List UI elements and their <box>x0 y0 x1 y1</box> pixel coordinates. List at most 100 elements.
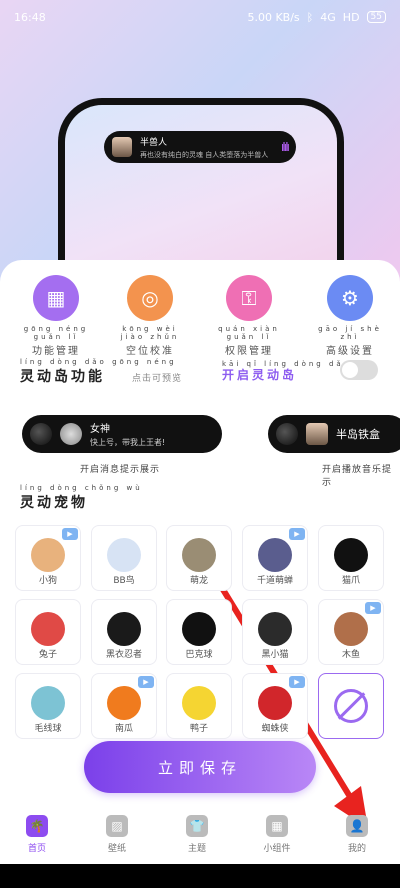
system-gesture-bar <box>0 864 400 888</box>
function-pinyin: kōng wèi jiào zhǔn <box>120 325 180 341</box>
caller-name: 女神 <box>90 424 110 435</box>
function-1[interactable]: ◎ kōng wèi jiào zhǔn 空位校准 <box>110 275 190 357</box>
pet-name: 千道萌蝉 <box>256 576 293 586</box>
tshirt-icon: 👕 <box>186 815 208 837</box>
island-section-title: 灵动岛功能 <box>20 369 105 385</box>
pet-card[interactable]: ▶ 蜘蛛侠 <box>242 673 308 739</box>
function-label: 功能管理 <box>32 346 80 357</box>
save-button[interactable]: 立即保存 <box>84 741 316 793</box>
pet-image <box>107 612 141 646</box>
pet-name: 萌龙 <box>189 576 208 586</box>
video-icon: ▶ <box>289 528 305 540</box>
island-title: 半兽人 <box>140 137 168 148</box>
pet-card[interactable]: BB鸟 <box>91 525 157 591</box>
video-icon: ▶ <box>365 602 381 614</box>
function-0[interactable]: ▦ gōng néng guǎn lǐ 功能管理 <box>16 275 96 357</box>
nav-tshirt[interactable]: 👕 主题 <box>157 815 237 854</box>
pets-section-pinyin: líng dòng chǒng wù <box>20 484 143 492</box>
waveform-icon: ıIıIı <box>280 140 290 154</box>
nav-label: 首页 <box>27 844 46 854</box>
function-3[interactable]: ⚙ gāo jí shè zhì 高级设置 <box>310 275 390 357</box>
video-icon: ▶ <box>289 676 305 688</box>
nav-wallpaper[interactable]: ▨ 壁纸 <box>77 815 157 854</box>
hd-badge: HD <box>342 10 360 24</box>
pets-section-title: 灵动宠物 <box>20 495 88 511</box>
pet-card[interactable]: 黑衣忍者 <box>91 599 157 665</box>
wallpaper-icon: ▨ <box>106 815 128 837</box>
pet-card[interactable]: 毛线球 <box>15 673 81 739</box>
pet-name: 蜘蛛侠 <box>261 724 289 734</box>
album-cover <box>306 423 328 445</box>
function-label: 空位校准 <box>126 346 174 357</box>
toggle-label: 开启灵动岛 <box>222 368 298 382</box>
battery-icon: 55 <box>366 11 386 23</box>
pet-name: 鸭子 <box>189 724 208 734</box>
nav-profile[interactable]: 👤 我的 <box>317 815 397 854</box>
none-icon <box>334 689 368 723</box>
nav-label: 我的 <box>347 844 366 854</box>
pet-image <box>258 612 292 646</box>
profile-icon: 👤 <box>346 815 368 837</box>
pet-none[interactable] <box>318 673 384 739</box>
pet-image <box>107 538 141 572</box>
pet-image <box>31 612 65 646</box>
island-toggle[interactable] <box>340 360 378 380</box>
status-bar: 16:48 5.00 KB/s ᛒ 4G HD 55 <box>14 8 386 26</box>
video-icon: ▶ <box>138 676 154 688</box>
network-speed: 5.00 KB/s <box>247 10 300 24</box>
nav-label: 小组件 <box>263 844 291 854</box>
pet-name: 兔子 <box>38 650 57 660</box>
pet-name: 黑小猫 <box>261 650 289 660</box>
function-2[interactable]: ⚿ quán xiàn guǎn lǐ 权限管理 <box>209 275 289 357</box>
pet-name: 南瓜 <box>114 724 133 734</box>
music-note: 开启播放音乐提示 <box>322 465 393 488</box>
pet-card[interactable]: ▶ 千道萌蝉 <box>242 525 308 591</box>
status-time: 16:48 <box>14 10 46 24</box>
pet-card[interactable]: 鸭子 <box>166 673 232 739</box>
nav-label: 主题 <box>187 844 206 854</box>
pet-image <box>107 686 141 720</box>
caller-avatar <box>60 423 82 445</box>
toggle-knob <box>342 362 358 378</box>
nav-label: 壁纸 <box>107 844 126 854</box>
pet-image <box>258 538 292 572</box>
pet-image <box>182 686 216 720</box>
pet-card[interactable]: 萌龙 <box>166 525 232 591</box>
pet-card[interactable]: 猫爪 <box>318 525 384 591</box>
function-pinyin: gāo jí shè zhì <box>318 325 382 341</box>
pet-name: 黑衣忍者 <box>105 650 142 660</box>
pet-card[interactable]: ▶ 木鱼 <box>318 599 384 665</box>
camera-icon <box>276 423 298 445</box>
nav-widget[interactable]: ▦ 小组件 <box>237 815 317 854</box>
video-icon: ▶ <box>62 528 78 540</box>
pet-card[interactable]: 黑小猫 <box>242 599 308 665</box>
dynamic-island-preview[interactable]: 半兽人 再也没有纯白的灵魂 自人类堕落为半兽人 ıIıIı <box>104 131 296 163</box>
pet-card[interactable]: ▶ 南瓜 <box>91 673 157 739</box>
pet-card[interactable]: 兔子 <box>15 599 81 665</box>
island-subtitle: 再也没有纯白的灵魂 自人类堕落为半兽人 <box>140 150 269 159</box>
pet-image <box>334 612 368 646</box>
pet-name: 巴克球 <box>185 650 213 660</box>
signal-icon: 4G <box>320 10 336 24</box>
camera-icon <box>30 423 52 445</box>
function-label: 高级设置 <box>326 346 374 357</box>
pet-image <box>182 538 216 572</box>
target-icon: ◎ <box>127 275 173 321</box>
gear-icon: ⚙ <box>327 275 373 321</box>
call-preview[interactable]: 女神 快上号，带我上王者! <box>22 415 222 453</box>
pet-card[interactable]: ▶ 小狗 <box>15 525 81 591</box>
pet-image <box>182 612 216 646</box>
save-label: 立即保存 <box>157 758 242 777</box>
function-pinyin: quán xiàn guǎn lǐ <box>218 325 280 341</box>
pet-name: 木鱼 <box>341 650 360 660</box>
call-note: 开启消息提示展示 <box>80 465 161 475</box>
pet-card[interactable]: 巴克球 <box>166 599 232 665</box>
pet-image <box>258 686 292 720</box>
pet-name: 小狗 <box>38 576 57 586</box>
caller-message: 快上号，带我上王者! <box>90 438 166 447</box>
function-label: 权限管理 <box>225 346 273 357</box>
pet-name: BB鸟 <box>113 576 135 586</box>
music-preview[interactable]: 半岛铁盒 <box>268 415 400 453</box>
bluetooth-icon: ᛒ <box>306 10 314 24</box>
nav-palm[interactable]: 🌴 首页 <box>0 815 77 854</box>
